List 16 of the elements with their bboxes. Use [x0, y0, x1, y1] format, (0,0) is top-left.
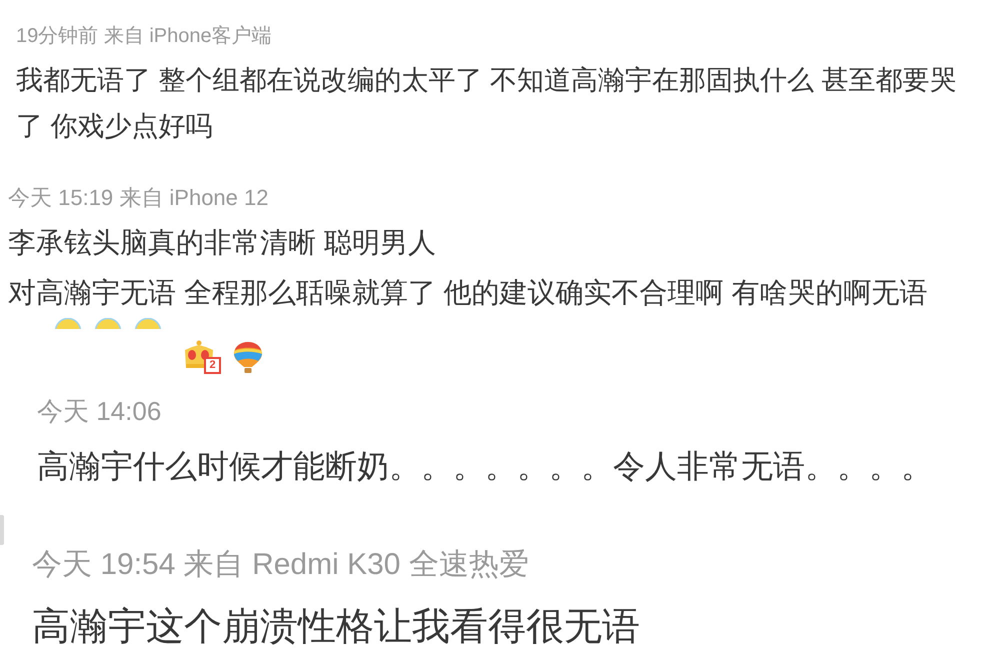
comment-text: 我都无语了 整个组都在说改编的太平了 不知道高瀚宇在那固执什么 甚至都要哭 [16, 64, 957, 97]
hot-air-balloon-icon [233, 341, 263, 374]
comment-text: 高瀚宇什么时候才能断奶。。。。。。。令人非常无语。。。。 [37, 447, 933, 486]
comment-meta: 今天 14:06 [37, 396, 162, 426]
comment-text: 了 你戏少点好吗 [16, 110, 213, 143]
comment-text: 高瀚宇这个崩溃性格让我看得很无语 [32, 605, 640, 650]
comment-text: 李承铉头脑真的非常清晰 聪明男人 [8, 226, 436, 260]
vip-rank-label: 2 [204, 357, 221, 374]
emoji-face-icon [135, 318, 161, 329]
comment-meta: 今天 19:54 来自 Redmi K30 全速热爱 [32, 548, 529, 582]
comment-meta: 今天 15:19 来自 iPhone 12 [8, 185, 268, 211]
emoji-face-icon [95, 318, 121, 329]
comment-meta: 19分钟前 来自 iPhone客户端 [16, 24, 272, 48]
cropped-edge-mark [0, 515, 4, 545]
emoji-face-icon [55, 318, 81, 329]
comment-text: 对高瀚宇无语 全程那么聒噪就算了 他的建议确实不合理啊 有啥哭的啊无语 [8, 276, 928, 310]
